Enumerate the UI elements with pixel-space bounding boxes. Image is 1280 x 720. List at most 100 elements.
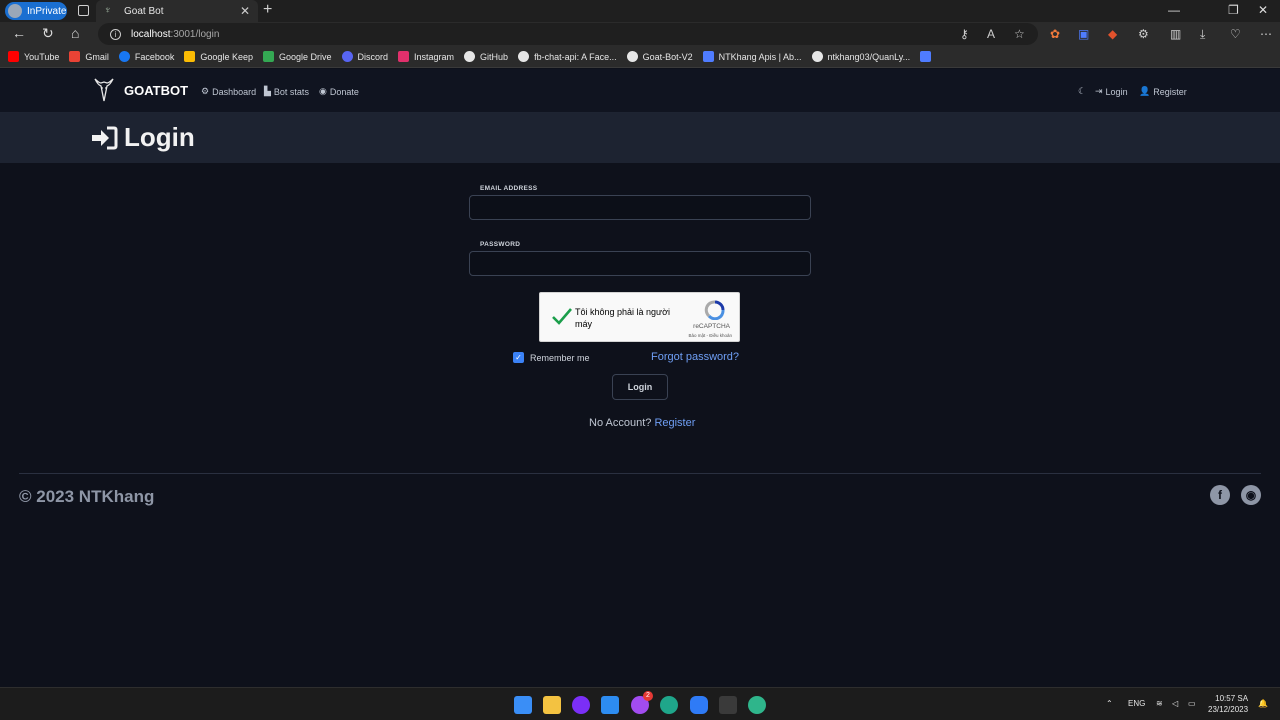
bookmark-goat-bot-v2[interactable]: Goat-Bot-V2 [626, 51, 693, 62]
chart-icon: ▙ [264, 86, 271, 96]
facebook-icon [118, 51, 130, 62]
edge-icon[interactable] [660, 696, 678, 714]
site-info-icon[interactable]: i [110, 28, 121, 40]
downloads-icon[interactable]: ⤓ [1200, 27, 1205, 42]
bookmark-label: fb-chat-api: A Face... [534, 51, 617, 62]
remember-me-checkbox[interactable]: ✓ Remember me [513, 352, 590, 363]
favorite-star-icon[interactable]: ☆ [1014, 27, 1025, 41]
nav-donate[interactable]: ◉ Donate [319, 86, 359, 97]
bookmark-google-keep[interactable]: Google Keep [184, 51, 253, 62]
nav-login-label: Login [1105, 86, 1128, 97]
clock[interactable]: 10:57 SA 23/12/2023 [1208, 693, 1248, 715]
bookmark-label: YouTube [24, 51, 60, 62]
extension-icon[interactable]: ✿ [1050, 27, 1060, 41]
read-aloud-icon[interactable]: A [987, 27, 995, 41]
web-page: GOATBOT ⚙ Dashboard ▙ Bot stats ◉ Donate ☾ … [0, 69, 1280, 687]
bookmark-instagram[interactable]: Instagram [398, 51, 454, 62]
translate-icon[interactable]: ▣ [1078, 27, 1089, 41]
volume-icon[interactable]: ◁ [1172, 699, 1178, 708]
bookmark-label: Gmail [85, 51, 109, 62]
drive-icon [262, 51, 274, 62]
edge-dev-icon[interactable] [748, 696, 766, 714]
inprivate-badge[interactable]: InPrivate [5, 2, 67, 20]
recaptcha-terms[interactable]: Bảo mật - Điều khoản [688, 333, 732, 338]
bookmark-fb-chat-api[interactable]: fb-chat-api: A Face... [518, 51, 617, 62]
back-icon[interactable]: ← [12, 25, 26, 41]
notification-bell-icon[interactable]: 🔔 [1258, 699, 1268, 708]
nav-login[interactable]: ⇥ Login [1095, 86, 1128, 97]
messenger-icon[interactable]: 2 [631, 691, 653, 714]
github-icon[interactable]: ◉ [1241, 485, 1261, 505]
bookmark-github[interactable]: GitHub [464, 51, 508, 62]
bookmark-label: Facebook [134, 51, 175, 62]
battery-icon[interactable]: ▭ [1188, 699, 1196, 708]
browser-tab[interactable]: ♆ Goat Bot ✕ [96, 0, 258, 22]
bookmark-label: Google Drive [278, 51, 332, 62]
github-icon [626, 51, 638, 62]
facebook-icon[interactable]: f [1210, 485, 1230, 505]
copyright-text: © 2023 NTKhang [19, 487, 155, 506]
wifi-icon[interactable]: ≋ [1156, 699, 1163, 708]
new-tab-icon[interactable]: + [263, 1, 272, 19]
file-explorer-icon[interactable] [543, 696, 561, 714]
home-icon[interactable]: ⌂ [71, 25, 79, 41]
register-link[interactable]: Register [654, 417, 695, 429]
email-field[interactable] [469, 195, 811, 220]
zalo-icon[interactable] [690, 696, 708, 714]
remember-me-label: Remember me [530, 352, 590, 363]
avatar-icon [8, 4, 22, 18]
page-title: Login [90, 122, 195, 153]
password-key-icon[interactable]: ⚷ [960, 27, 969, 41]
nav-register-label: Register [1153, 86, 1187, 97]
extension-fire-icon[interactable]: ◆ [1108, 27, 1117, 41]
extensions-icon[interactable]: ⚙ [1138, 27, 1149, 41]
bookmark-quanly[interactable]: ntkhang03/QuanLy... [811, 51, 910, 62]
split-screen-icon[interactable]: ▥ [1170, 27, 1181, 41]
bookmark-youtube[interactable]: YouTube [8, 51, 59, 62]
bookmark-gmail[interactable]: Gmail [69, 51, 109, 62]
more-menu-icon[interactable]: ⋯ [1260, 27, 1272, 41]
discord-icon [341, 51, 353, 62]
tab-title: Goat Bot [124, 5, 164, 17]
bookmark-facebook[interactable]: Facebook [118, 51, 175, 62]
gear-icon: ⚙ [201, 86, 210, 96]
forgot-password-link[interactable]: Forgot password? [651, 351, 739, 363]
theme-toggle[interactable]: ☾ [1078, 86, 1089, 97]
checkbox-checked-icon[interactable]: ✓ [513, 352, 524, 363]
bookmark-translate[interactable] [920, 51, 936, 62]
page-title-text: Login [124, 122, 195, 152]
refresh-icon[interactable]: ↻ [42, 25, 54, 42]
bookmark-label: Google Keep [200, 51, 253, 62]
password-field[interactable] [469, 251, 811, 276]
terminal-icon[interactable] [719, 696, 737, 714]
login-button[interactable]: Login [612, 374, 668, 400]
no-account-label: No Account? [589, 417, 652, 429]
tray-chevron-icon[interactable]: ⌃ [1106, 699, 1113, 708]
performance-icon[interactable]: ♡ [1230, 27, 1241, 41]
vscode-icon[interactable] [601, 696, 619, 714]
language-indicator[interactable]: ENG [1128, 699, 1145, 708]
close-tab-icon[interactable]: ✕ [240, 4, 250, 18]
page-header: Login [0, 113, 1280, 163]
bookmark-discord[interactable]: Discord [341, 51, 388, 62]
ntkhang-icon [702, 51, 714, 62]
url-bar[interactable]: i localhost:3001/login [98, 23, 1038, 45]
nav-dashboard[interactable]: ⚙ Dashboard [201, 86, 256, 97]
tab-actions-icon[interactable] [78, 5, 89, 16]
moon-icon: ☾ [1078, 86, 1087, 96]
recaptcha-text: Tôi không phải là người máy [575, 307, 670, 329]
close-window-icon[interactable]: ✕ [1258, 3, 1268, 17]
checkmark-icon[interactable] [551, 305, 573, 327]
github-desktop-icon[interactable] [572, 696, 590, 714]
minimize-icon[interactable]: — [1168, 3, 1180, 17]
nav-register[interactable]: 👤 Register [1139, 86, 1187, 97]
nav-dashboard-label: Dashboard [212, 86, 257, 97]
windows-taskbar: 2 ⌃ ENG ≋ ◁ ▭ 10:57 SA 23/12/2023 🔔 [0, 687, 1280, 720]
site-brand[interactable]: GOATBOT [92, 77, 188, 103]
bookmark-ntkhang-apis[interactable]: NTKhang Apis | Ab... [702, 51, 802, 62]
bookmark-google-drive[interactable]: Google Drive [262, 51, 332, 62]
start-icon[interactable] [514, 696, 532, 714]
maximize-icon[interactable]: ❐ [1228, 3, 1239, 17]
nav-bot-stats[interactable]: ▙ Bot stats [264, 86, 309, 97]
bookmarks-bar: YouTube Gmail Facebook Google Keep Googl… [0, 46, 1280, 68]
